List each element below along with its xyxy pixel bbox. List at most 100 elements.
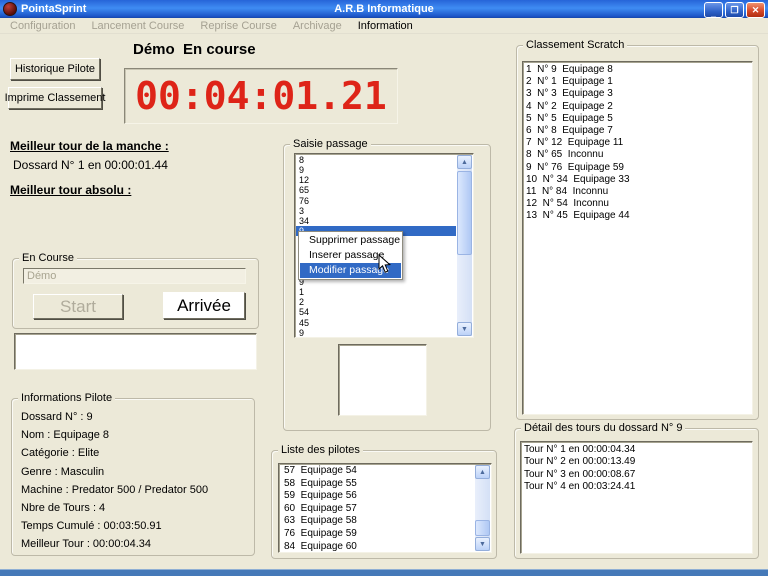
race-status-heading: Démo En course xyxy=(133,41,256,58)
tour-list-item[interactable]: Tour N° 3 en 00:00:08.67 xyxy=(521,469,752,481)
scroll-down-icon[interactable]: ▼ xyxy=(457,322,472,336)
historique-pilote-button[interactable]: Historique Pilote xyxy=(10,58,100,80)
saisie-passage-title: Saisie passage xyxy=(290,138,371,150)
classement-list-item[interactable]: 9 N° 76 Equipage 59 xyxy=(523,162,752,174)
pilot-info-line: Catégorie : Elite xyxy=(21,447,100,460)
liste-pilotes-listbox[interactable]: 57 Equipage 54 58 Equipage 55 59 Equipage … xyxy=(278,463,492,553)
minimize-button[interactable]: _ xyxy=(704,2,723,18)
scroll-up-icon[interactable]: ▲ xyxy=(475,465,490,479)
passage-list-item[interactable]: 8 xyxy=(296,155,456,165)
pilot-info-lines: Dossard N° : 9 Nom : Equipage 8 Catégorie … xyxy=(21,408,250,554)
passage-list-item[interactable]: 9 xyxy=(296,328,456,337)
passage-list-item[interactable]: 54 xyxy=(296,307,456,317)
menu-item[interactable]: Lancement Course xyxy=(83,20,192,32)
pilote-list-item[interactable]: 63 Equipage 58 xyxy=(280,515,474,528)
pilotes-scrollbar[interactable]: ▲ ▼ xyxy=(475,465,490,551)
en-course-group: En Course Démo Start Arrivée xyxy=(12,252,259,329)
liste-pilotes-items: 57 Equipage 54 58 Equipage 55 59 Equipage … xyxy=(280,465,474,552)
restore-button[interactable]: ❐ xyxy=(725,2,744,18)
passage-list-item[interactable]: 45 xyxy=(296,318,456,328)
close-button[interactable]: ✕ xyxy=(746,2,765,18)
tour-list-item[interactable]: Tour N° 1 en 00:00:04.34 xyxy=(521,444,752,456)
pilot-info-line: Nbre de Tours : 4 xyxy=(21,502,106,515)
tour-list-item[interactable]: Tour N° 4 en 00:03:24.41 xyxy=(521,481,752,493)
classement-items: 1 N° 9 Equipage 82 N° 1 Equipage 13 N° 3… xyxy=(523,64,752,223)
classement-list-item[interactable]: 10 N° 34 Equipage 33 xyxy=(523,174,752,186)
menu-item[interactable]: Archivage xyxy=(285,20,350,32)
passage-entry-box[interactable] xyxy=(338,344,427,416)
classement-list-item[interactable]: 3 N° 3 Equipage 3 xyxy=(523,88,752,100)
pilote-list-item[interactable]: 58 Equipage 55 xyxy=(280,478,474,491)
passage-list-item[interactable]: 65 xyxy=(296,185,456,195)
message-box[interactable] xyxy=(14,333,257,370)
pilot-info-line: Nom : Equipage 8 xyxy=(21,429,110,442)
window-title-center: A.R.B Informatique xyxy=(334,3,434,15)
window-bottom-border xyxy=(0,569,768,576)
classement-list-item[interactable]: 4 N° 2 Equipage 2 xyxy=(523,101,752,113)
pilot-info-line: Dossard N° : 9 xyxy=(21,411,93,423)
saisie-passage-group: Saisie passage 891265763349812391254459 … xyxy=(283,138,491,431)
classement-list-item[interactable]: 7 N° 12 Equipage 11 xyxy=(523,137,752,149)
passage-list-item[interactable]: 34 xyxy=(296,216,456,226)
course-name-input[interactable]: Démo xyxy=(23,268,246,284)
best-lap-heat-value: Dossard N° 1 en 00:00:01.44 xyxy=(13,158,168,172)
titlebar[interactable]: PointaSprint A.R.B Informatique _ ❐ ✕ xyxy=(0,0,768,18)
pilote-list-item[interactable]: 84 Equipage 60 xyxy=(280,541,474,552)
informations-pilote-title: Informations Pilote xyxy=(18,392,116,404)
classement-list-item[interactable]: 2 N° 1 Equipage 1 xyxy=(523,76,752,88)
pilotes-scrollbar-thumb[interactable] xyxy=(475,520,490,536)
liste-pilotes-title: Liste des pilotes xyxy=(278,444,363,456)
pilot-info-line: Genre : Masculin xyxy=(21,465,105,478)
menu-item[interactable]: Information xyxy=(350,20,421,32)
arrivee-button[interactable]: Arrivée xyxy=(163,292,245,319)
tour-list-item[interactable]: Tour N° 2 en 00:00:13.49 xyxy=(521,456,752,468)
classement-listbox[interactable]: 1 N° 9 Equipage 82 N° 1 Equipage 13 N° 3… xyxy=(522,61,753,415)
window-controls: _ ❐ ✕ xyxy=(704,2,765,18)
classement-list-item[interactable]: 8 N° 65 Inconnu xyxy=(523,149,752,161)
classement-list-item[interactable]: 5 N° 5 Equipage 5 xyxy=(523,113,752,125)
window-title: PointaSprint xyxy=(21,3,87,15)
detail-tours-title: Détail des tours du dossard N° 9 xyxy=(521,422,686,434)
pilote-list-item[interactable]: 76 Equipage 59 xyxy=(280,528,474,541)
scroll-up-icon[interactable]: ▲ xyxy=(457,155,472,169)
passage-list-item[interactable]: 76 xyxy=(296,196,456,206)
pilot-info-line: Machine : Predator 500 / Predator 500 xyxy=(21,483,209,496)
pilote-list-item[interactable]: 57 Equipage 54 xyxy=(280,465,474,478)
race-clock-display: 00:04:01.21 xyxy=(124,68,398,124)
pilot-info-line: Meilleur Tour : 00:00:04.34 xyxy=(21,538,152,551)
saisie-scrollbar-thumb[interactable] xyxy=(457,171,472,255)
detail-tours-listbox[interactable]: Tour N° 1 en 00:00:04.34 Tour N° 2 en 00:… xyxy=(520,441,753,554)
liste-pilotes-group: Liste des pilotes 57 Equipage 54 58 Equip… xyxy=(271,444,497,559)
close-icon: ✕ xyxy=(751,4,760,15)
classement-list-item[interactable]: 1 N° 9 Equipage 8 xyxy=(523,64,752,76)
passage-list-item[interactable]: 3 xyxy=(296,206,456,216)
classement-scratch-title: Classement Scratch xyxy=(523,39,628,51)
passage-list-item[interactable]: 9 xyxy=(296,165,456,175)
detail-tours-group: Détail des tours du dossard N° 9 Tour N°… xyxy=(514,422,759,559)
en-course-group-title: En Course xyxy=(19,252,77,264)
restore-icon: ❐ xyxy=(730,4,739,15)
context-menu-item[interactable]: Supprimer passage xyxy=(300,233,401,248)
saisie-scrollbar[interactable]: ▲ ▼ xyxy=(457,155,472,336)
best-lap-heat-label: Meilleur tour de la manche : xyxy=(10,139,169,153)
passage-list-item[interactable]: 12 xyxy=(296,175,456,185)
start-button[interactable]: Start xyxy=(33,294,123,319)
best-lap-absolute-label: Meilleur tour absolu : xyxy=(10,183,132,197)
scroll-down-icon[interactable]: ▼ xyxy=(475,537,490,551)
menu-item[interactable]: Reprise Course xyxy=(192,20,284,32)
classement-list-item[interactable]: 12 N° 54 Inconnu xyxy=(523,198,752,210)
pilot-info-line: Temps Cumulé : 00:03:50.91 xyxy=(21,520,162,533)
passage-list-item[interactable]: 1 xyxy=(296,287,456,297)
app-icon xyxy=(3,2,17,16)
pilote-list-item[interactable]: 60 Equipage 57 xyxy=(280,503,474,516)
classement-list-item[interactable]: 13 N° 45 Equipage 44 xyxy=(523,210,752,222)
app-window: PointaSprint A.R.B Informatique _ ❐ ✕ Co… xyxy=(0,0,768,576)
race-clock-value: 00:04:01.21 xyxy=(135,74,387,118)
imprime-classement-button[interactable]: Imprime Classement xyxy=(5,87,105,109)
classement-list-item[interactable]: 11 N° 84 Inconnu xyxy=(523,186,752,198)
passage-list-item[interactable]: 2 xyxy=(296,297,456,307)
pilote-list-item[interactable]: 59 Equipage 56 xyxy=(280,490,474,503)
mouse-cursor-icon xyxy=(378,254,392,273)
classement-list-item[interactable]: 6 N° 8 Equipage 7 xyxy=(523,125,752,137)
menu-item[interactable]: Configuration xyxy=(2,20,83,32)
